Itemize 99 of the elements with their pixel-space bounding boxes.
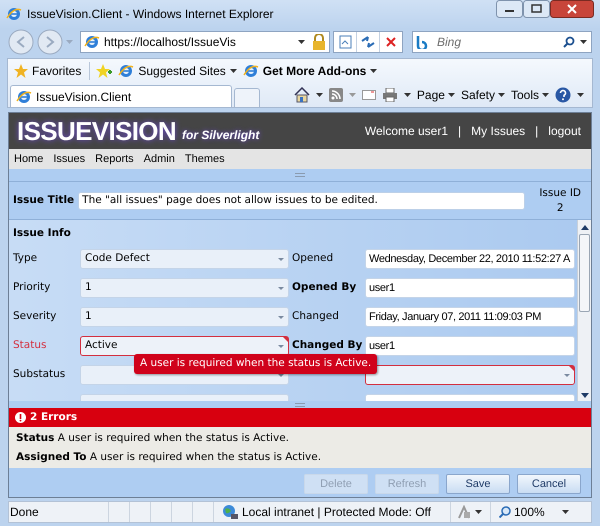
grip-icon[interactable] — [295, 173, 305, 177]
zoom-icon — [499, 506, 511, 518]
nav-link[interactable]: Issues — [53, 150, 86, 168]
nav-link[interactable]: Themes — [184, 150, 225, 168]
favorites-button[interactable]: Favorites — [14, 62, 90, 80]
field-label: Severity — [13, 309, 58, 324]
error-corner-icon — [569, 366, 574, 371]
printer-icon[interactable] — [382, 88, 398, 102]
page-icon — [84, 34, 100, 50]
issue-id-value: 2 — [556, 200, 564, 216]
caret-icon[interactable] — [370, 69, 378, 73]
browser-tab[interactable]: IssueVision.Client — [10, 85, 232, 107]
separator: | — [535, 123, 538, 140]
caret-icon — [564, 374, 570, 376]
field-label: Type — [13, 251, 38, 266]
search-icon[interactable] — [563, 36, 575, 48]
dropdown[interactable]: 1 — [80, 278, 289, 298]
field-label: Issue ID — [539, 186, 581, 200]
caret-icon[interactable] — [230, 69, 237, 73]
text-field[interactable]: Friday, January 07, 2011 11:09:03 PM — [365, 307, 575, 327]
dropdown[interactable] — [365, 365, 575, 385]
action-button[interactable]: Cancel — [517, 474, 581, 494]
search-field[interactable]: Bing — [412, 31, 592, 53]
caret-icon[interactable] — [475, 510, 482, 514]
dropdown[interactable]: Active — [80, 336, 289, 356]
page-icon — [118, 63, 134, 79]
field-label: Opened — [292, 251, 334, 266]
home-icon[interactable] — [294, 87, 310, 103]
favorites-bar-item[interactable]: Suggested Sites — [118, 62, 237, 80]
app-subtitle: for Silverlight — [182, 127, 260, 144]
error-message[interactable]: Status A user is required when the status is Active. — [16, 430, 584, 446]
separator: | — [458, 123, 462, 140]
security-zone-text: Local intranet | Protected Mode: Off — [242, 504, 431, 521]
address-bar[interactable]: https://localhost/IssueVis — [80, 31, 330, 53]
text-field[interactable]: The "all issues" page does not allow issues to be edited. — [78, 192, 526, 210]
caret-icon — [278, 286, 284, 290]
field-label: Changed — [292, 309, 340, 324]
nav-link[interactable]: Admin — [144, 150, 175, 168]
page-icon — [16, 88, 32, 104]
star-icon — [14, 64, 28, 78]
maximize-button[interactable] — [523, 0, 550, 18]
text-field[interactable]: Wednesday, December 22, 2010 11:52:27 A — [365, 249, 575, 269]
error-message[interactable]: Assigned To A user is required when the status is Active. — [16, 449, 584, 465]
add-favorite-icon[interactable] — [96, 64, 112, 78]
section-heading: Issue Info — [13, 226, 72, 242]
error-corner-icon — [283, 337, 288, 342]
scroll-up-icon[interactable] — [580, 225, 588, 230]
zoom-button[interactable]: 100% — [491, 502, 569, 522]
grip-icon[interactable] — [295, 402, 305, 406]
command-menu[interactable]: Tools — [510, 86, 549, 104]
caret-icon[interactable] — [577, 93, 584, 97]
caret-icon[interactable] — [404, 93, 411, 97]
field-label: Issue Title — [13, 192, 74, 208]
caret-icon[interactable] — [498, 93, 505, 97]
minimize-button[interactable] — [496, 0, 523, 18]
caret-icon — [562, 510, 569, 514]
header-link[interactable]: My Issues — [471, 122, 526, 140]
favorites-bar-item[interactable]: Get More Add-ons — [242, 62, 378, 80]
caret-icon — [278, 316, 284, 318]
globe-icon — [222, 504, 238, 520]
caret-icon — [278, 344, 284, 348]
scrollbar[interactable] — [577, 220, 591, 401]
mail-icon[interactable] — [362, 90, 376, 100]
header-link[interactable]: logout — [548, 122, 581, 140]
field-label: Opened By — [292, 280, 358, 296]
nav-link[interactable]: Home — [14, 150, 44, 168]
caret-icon — [278, 258, 284, 260]
browser-logo-icon — [6, 6, 22, 22]
scroll-thumb[interactable] — [579, 234, 590, 312]
command-menu[interactable]: Page — [416, 86, 455, 104]
app-logo: ISSUEVISION — [17, 114, 176, 148]
caret-icon[interactable] — [316, 93, 323, 97]
help-icon[interactable] — [555, 87, 571, 103]
close-button[interactable] — [550, 0, 594, 18]
text-field[interactable]: user1 — [365, 278, 575, 298]
dropdown[interactable]: 1 — [80, 307, 289, 327]
error-tooltip: A user is required when the status is Active. — [134, 354, 378, 374]
caret-icon[interactable] — [542, 93, 549, 97]
page-icon — [242, 63, 259, 79]
feed-icon[interactable] — [328, 88, 343, 102]
field-label: Substatus — [13, 367, 66, 382]
dropdown[interactable]: Code Defect — [80, 249, 289, 269]
caret-icon[interactable] — [448, 93, 455, 97]
command-menu[interactable]: Safety — [460, 86, 505, 104]
field-label: Status — [13, 338, 48, 354]
text-field[interactable]: user1 — [365, 336, 575, 356]
window-title: IssueVision.Client - Windows Internet Explorer — [27, 6, 274, 23]
error-icon — [15, 412, 26, 423]
error-count: 2 Errors — [30, 410, 78, 425]
caret-icon[interactable] — [580, 40, 587, 44]
welcome-text: Welcome user1 — [364, 123, 448, 140]
field-label: Changed By — [292, 338, 362, 354]
nav-link[interactable]: Reports — [95, 150, 134, 168]
padlock-icon — [312, 34, 326, 50]
status-text: Done — [9, 502, 109, 522]
scroll-down-icon[interactable] — [580, 393, 588, 398]
field-label: Priority — [13, 280, 52, 296]
action-button[interactable]: Save — [446, 474, 510, 494]
caret-icon[interactable] — [298, 40, 305, 44]
